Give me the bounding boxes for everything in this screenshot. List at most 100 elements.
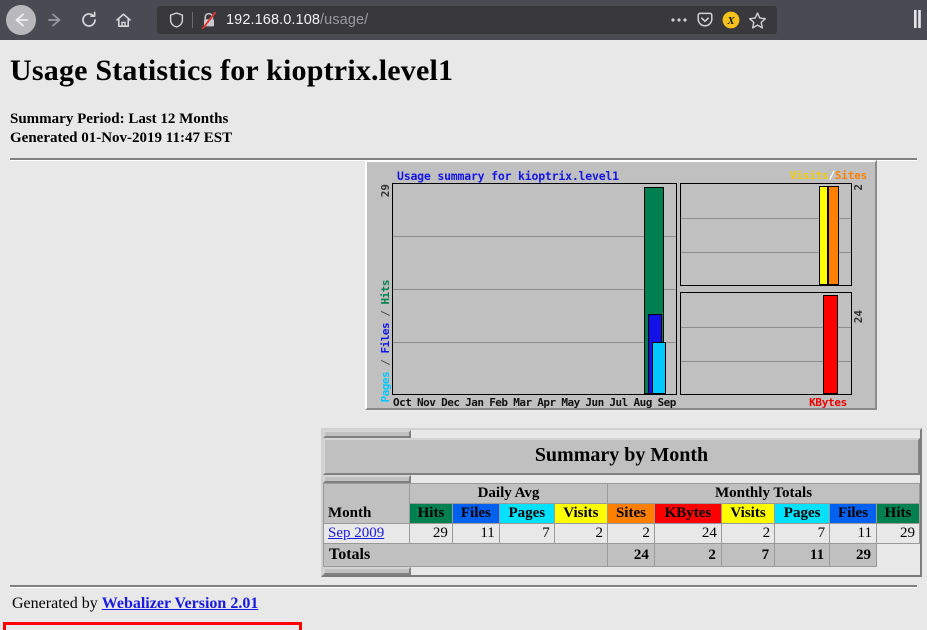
column-header-daily-hits: Hits	[410, 504, 453, 524]
totals-kbytes: 24	[608, 544, 655, 567]
totals-files: 11	[775, 544, 830, 567]
summary-grid: Month Daily Avg Monthly Totals Hits File…	[323, 483, 920, 567]
chart-canvas: Usage summary for kioptrix.level1 Visits…	[365, 160, 877, 410]
table-row: Sep 2009 29 11 7 2 2 24 2 7 11 29	[324, 524, 920, 544]
table-spacer-bottom	[323, 567, 411, 575]
column-header-daily-pages: Pages	[499, 504, 554, 524]
home-button[interactable]	[108, 5, 138, 35]
pocket-icon[interactable]	[693, 8, 717, 32]
page-header-block: Usage Statistics for kioptrix.level1 Sum…	[0, 40, 927, 161]
chart-legend: Visits/Sites	[790, 169, 867, 182]
bar-pages	[652, 342, 666, 394]
column-header-month: Month	[324, 484, 410, 524]
column-header-total-kbytes: KBytes	[654, 504, 721, 524]
generated-by-text: Generated by	[12, 595, 102, 612]
y-axis-max-visits: 2	[852, 184, 865, 191]
url-divider	[192, 12, 193, 28]
chart-title: Usage summary for kioptrix.level1	[397, 169, 619, 183]
svg-text:X: X	[726, 15, 735, 27]
cell-total-kbytes: 24	[654, 524, 721, 544]
month-tick: Sep	[658, 396, 676, 409]
bar-kbytes	[823, 295, 838, 394]
table-outer-frame: Summary by Month Month Daily Avg Monthly…	[321, 428, 922, 577]
ellipsis-icon[interactable]	[667, 8, 691, 32]
cell-total-visits: 2	[721, 524, 774, 544]
y-axis-pages: Pages	[379, 372, 392, 403]
extension-x-icon[interactable]: X	[719, 8, 743, 32]
bar-sites	[828, 186, 839, 285]
star-icon[interactable]	[745, 8, 769, 32]
table-spacer-mid	[323, 475, 411, 483]
cell-daily-visits: 2	[554, 524, 607, 544]
summary-period: Summary Period: Last 12 Months	[10, 110, 917, 129]
url-text[interactable]: 192.168.0.108/usage/	[226, 12, 667, 28]
address-bar-actions: X	[667, 8, 769, 32]
month-tick: Mar	[513, 396, 531, 409]
table-group-header-row: Month Daily Avg Monthly Totals	[324, 484, 920, 504]
cell-total-hits: 29	[877, 524, 920, 544]
group-header-daily-avg: Daily Avg	[410, 484, 608, 504]
generated-timestamp: Generated 01-Nov-2019 11:47 EST	[10, 129, 917, 148]
month-tick: Aug	[633, 396, 651, 409]
group-header-monthly-totals: Monthly Totals	[608, 484, 920, 504]
plot-visits-sites	[680, 183, 852, 286]
kbytes-axis-label: KBytes	[809, 396, 847, 409]
cell-total-pages: 7	[775, 524, 830, 544]
column-header-total-pages: Pages	[775, 504, 830, 524]
page-content: Usage Statistics for kioptrix.level1 Sum…	[0, 40, 927, 630]
page-title: Usage Statistics for kioptrix.level1	[10, 54, 917, 88]
legend-sites: Sites	[835, 169, 867, 182]
library-icon[interactable]	[913, 8, 927, 32]
y-axis-sep-2: /	[379, 305, 392, 323]
cell-daily-pages: 7	[499, 524, 554, 544]
month-tick: Nov	[417, 396, 435, 409]
month-tick: Apr	[537, 396, 555, 409]
column-header-total-visits: Visits	[721, 504, 774, 524]
y-axis-hits: Hits	[379, 280, 392, 305]
month-tick: Oct	[393, 396, 411, 409]
column-header-daily-files: Files	[452, 504, 499, 524]
column-header-daily-visits: Visits	[554, 504, 607, 524]
table-caption: Summary by Month	[323, 438, 920, 475]
webalizer-link[interactable]: Webalizer Version 2.01	[102, 595, 259, 612]
back-arrow-icon	[12, 11, 30, 29]
gridline	[393, 342, 676, 343]
y-axis-max-kbytes: 24	[852, 310, 865, 323]
y-axis-max-left: 29	[379, 184, 392, 197]
report-meta: Summary Period: Last 12 Months Generated…	[10, 110, 917, 148]
month-tick: Feb	[489, 396, 507, 409]
shield-icon[interactable]	[165, 9, 187, 31]
reload-button[interactable]	[74, 5, 104, 35]
y-axis-label-left: Pages / Files / Hits	[379, 280, 392, 403]
summary-by-month-table: Summary by Month Month Daily Avg Monthly…	[321, 428, 922, 577]
back-button[interactable]	[6, 5, 36, 35]
totals-hits: 29	[830, 544, 877, 567]
month-tick: Jun	[585, 396, 603, 409]
annotation-highlight-box	[3, 622, 302, 630]
legend-visits: Visits	[790, 169, 829, 182]
x-axis-month-labels: Oct Nov Dec Jan Feb Mar Apr May Jun Jul …	[392, 396, 677, 409]
browser-toolbar: 192.168.0.108/usage/ X	[0, 0, 927, 40]
column-header-total-files: Files	[830, 504, 877, 524]
url-path: /usage/	[320, 12, 368, 28]
column-header-total-hits: Hits	[877, 504, 920, 524]
address-bar[interactable]: 192.168.0.108/usage/ X	[157, 6, 777, 34]
month-tick: Dec	[441, 396, 459, 409]
gridline	[393, 236, 676, 237]
forward-button[interactable]	[40, 5, 70, 35]
plot-kbytes	[680, 292, 852, 395]
totals-label: Totals	[324, 544, 608, 567]
insecure-lock-icon[interactable]	[198, 9, 220, 31]
y-axis-files: Files	[379, 323, 392, 354]
table-totals-row: Totals 24 2 7 11 29	[324, 544, 920, 567]
cell-total-sites: 2	[608, 524, 655, 544]
bar-visits	[819, 186, 828, 285]
month-tick: Jan	[465, 396, 483, 409]
month-tick: Jul	[609, 396, 627, 409]
usage-summary-chart: Usage summary for kioptrix.level1 Visits…	[365, 160, 877, 410]
gridline	[393, 289, 676, 290]
url-host: 192.168.0.108	[226, 12, 320, 28]
plot-hits-files-pages	[392, 183, 677, 395]
forward-arrow-icon	[46, 11, 64, 29]
month-link[interactable]: Sep 2009	[328, 525, 384, 541]
